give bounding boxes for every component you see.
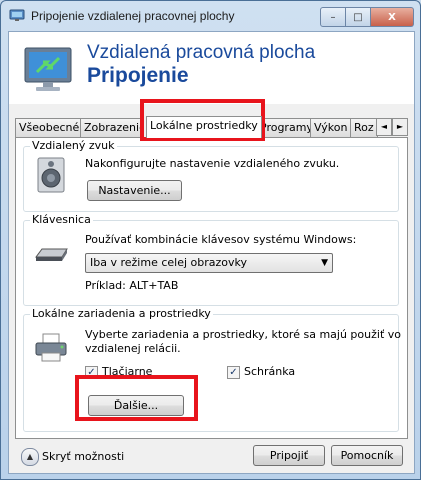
keyboard-group: Klávesnica Používať kombinácie klávesov … <box>23 213 399 306</box>
tab-strip: Všeobecné Zobrazenie Lokálne prostriedky… <box>15 116 408 138</box>
tab-display[interactable]: Zobrazenie <box>80 118 142 137</box>
keyboard-description: Používať kombinácie klávesov systému Win… <box>85 233 357 246</box>
header-banner: Vzdialená pracovná plocha Pripojenie <box>9 32 414 104</box>
monitor-icon <box>24 47 72 91</box>
keyboard-label: Klávesnica <box>30 213 93 226</box>
hide-options-link[interactable]: Skryť možnosti <box>42 450 124 463</box>
connect-button[interactable]: Pripojiť <box>253 445 325 466</box>
remote-audio-label: Vzdialený zvuk <box>30 139 117 152</box>
windows-key-combination-dropdown[interactable]: Iba v režime celej obrazovky ▼ <box>85 253 333 273</box>
rdp-window: Pripojenie vzdialenej pracovnej plochy –… <box>0 0 421 480</box>
rdp-app-icon <box>9 9 25 21</box>
local-devices-label: Lokálne zariadenia a prostriedky <box>30 307 213 320</box>
help-button[interactable]: Pomocník <box>331 445 403 466</box>
tab-scroll-right-icon[interactable]: ► <box>392 118 408 136</box>
audio-description: Nakonfigurujte nastavenie vzdialeného zv… <box>85 157 340 170</box>
close-button[interactable]: X <box>371 7 414 27</box>
speaker-icon <box>37 157 65 193</box>
tab-general[interactable]: Všeobecné <box>15 118 81 137</box>
tab-scroll-left-icon[interactable]: ◄ <box>376 118 392 136</box>
devices-description-line1: Vyberte zariadenia a prostriedky, ktoré … <box>85 328 401 341</box>
hide-options-icon[interactable]: ▲ <box>21 448 39 466</box>
keyboard-icon <box>35 248 68 261</box>
banner-subtitle: Pripojenie <box>87 64 189 87</box>
title-bar[interactable]: Pripojenie vzdialenej pracovnej plochy –… <box>1 1 420 31</box>
dropdown-selected-value: Iba v režime celej obrazovky <box>90 256 247 269</box>
minimize-button[interactable]: – <box>320 7 346 27</box>
audio-settings-button[interactable]: Nastavenie... <box>87 180 182 201</box>
local-resources-panel: Vzdialený zvuk Nakonfigurujte nastavenie… <box>15 137 408 439</box>
keyboard-example: Príklad: ALT+TAB <box>85 279 179 292</box>
chevron-down-icon: ▼ <box>321 258 328 268</box>
window-title: Pripojenie vzdialenej pracovnej plochy <box>31 9 235 23</box>
tab-local-resources[interactable]: Lokálne prostriedky <box>146 116 262 138</box>
maximize-button[interactable]: □ <box>346 7 371 27</box>
devices-description-line2: vzdialenej relácii. <box>85 342 181 355</box>
more-button-highlight-box <box>75 375 198 421</box>
clipboard-checkbox[interactable]: ✓ <box>227 366 240 379</box>
remote-audio-group: Vzdialený zvuk Nakonfigurujte nastavenie… <box>23 139 399 212</box>
tab-advanced[interactable]: Roz <box>350 118 378 137</box>
banner-title: Vzdialená pracovná plocha <box>87 42 316 63</box>
tab-experience[interactable]: Výkon <box>310 118 352 137</box>
dialog-client: Vzdialená pracovná plocha Pripojenie Vše… <box>8 31 415 474</box>
printer-icon <box>35 333 67 362</box>
clipboard-label[interactable]: Schránka <box>244 365 295 378</box>
